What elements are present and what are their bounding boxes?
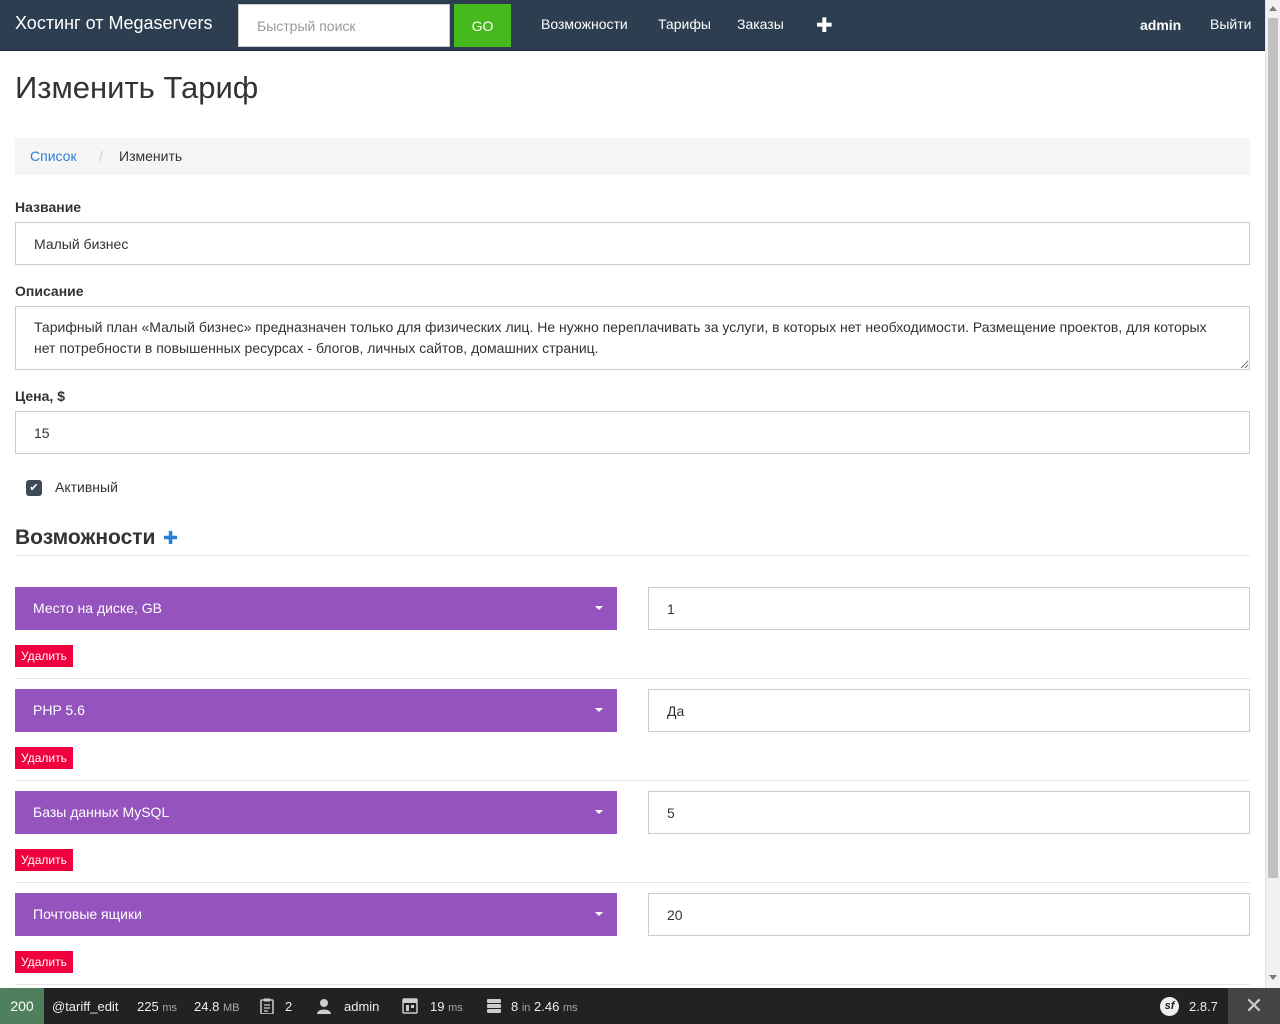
name-label: Название bbox=[15, 199, 82, 215]
price-label: Цена, $ bbox=[15, 388, 65, 404]
feature-divider bbox=[15, 984, 1250, 985]
scroll-down-arrow-icon[interactable] bbox=[1269, 975, 1277, 980]
features-section-title: Возможности bbox=[15, 526, 156, 549]
request-time-unit: ms bbox=[162, 1002, 177, 1014]
db-queries-count: 8 bbox=[511, 999, 519, 1014]
active-checkbox[interactable]: ✔ bbox=[26, 480, 42, 496]
nav-link-orders[interactable]: Заказы bbox=[737, 16, 784, 32]
db-queries[interactable]: 8 in 2.46 ms bbox=[511, 999, 578, 1014]
breadcrumb: Список / Изменить bbox=[15, 138, 1250, 175]
feature-select[interactable]: PHP 5.6 bbox=[15, 689, 617, 732]
nav-link-tariffs[interactable]: Тарифы bbox=[658, 16, 711, 32]
memory-unit: MB bbox=[222, 1002, 240, 1014]
feature-divider bbox=[15, 780, 1250, 781]
checkmark-icon: ✔ bbox=[29, 482, 39, 494]
feature-value-input[interactable] bbox=[648, 587, 1250, 630]
delete-feature-button[interactable]: Удалить bbox=[15, 849, 73, 871]
name-field[interactable] bbox=[15, 222, 1250, 265]
db-in-label: in bbox=[521, 1002, 531, 1014]
feature-value-input[interactable] bbox=[648, 689, 1250, 732]
brand-link[interactable]: Хостинг от Megaservers bbox=[15, 13, 213, 34]
delete-feature-button[interactable]: Удалить bbox=[15, 645, 73, 667]
user-icon[interactable] bbox=[316, 998, 332, 1014]
page-scrollbar[interactable] bbox=[1265, 0, 1280, 988]
feature-value-input[interactable] bbox=[648, 791, 1250, 834]
feature-select-value: Почтовые ящики bbox=[33, 906, 142, 922]
breadcrumb-separator: / bbox=[99, 148, 103, 164]
description-field[interactable]: Тарифный план «Малый бизнес» предназначе… bbox=[15, 306, 1250, 370]
database-icon[interactable] bbox=[486, 998, 502, 1014]
route-name[interactable]: @tariff_edit bbox=[52, 999, 118, 1014]
db-time-unit: ms bbox=[562, 1002, 578, 1014]
feature-select[interactable]: Базы данных MySQL bbox=[15, 791, 617, 834]
close-toolbar-icon[interactable]: ✕ bbox=[1228, 988, 1280, 1024]
caret-down-icon bbox=[595, 912, 603, 916]
feature-select-value: Базы данных MySQL bbox=[33, 804, 170, 820]
section-divider bbox=[15, 555, 1250, 556]
feature-value-input[interactable] bbox=[648, 893, 1250, 936]
add-feature-plus-icon[interactable]: ✚ bbox=[163, 528, 178, 549]
logs-clipboard-icon[interactable] bbox=[259, 998, 275, 1014]
logout-link[interactable]: Выйти bbox=[1210, 16, 1251, 32]
request-time[interactable]: 225 ms bbox=[137, 999, 177, 1014]
search-go-button[interactable]: GO bbox=[454, 4, 511, 47]
render-time-icon[interactable] bbox=[402, 998, 418, 1014]
feature-divider bbox=[15, 678, 1250, 679]
breadcrumb-list-link[interactable]: Список bbox=[30, 148, 77, 164]
toolbar-user[interactable]: admin bbox=[344, 999, 379, 1014]
top-navbar: Хостинг от Megaservers GO Возможности Та… bbox=[0, 0, 1265, 51]
symfony-version[interactable]: 2.8.7 bbox=[1189, 999, 1218, 1014]
feature-select[interactable]: Место на диске, GB bbox=[15, 587, 617, 630]
price-field[interactable] bbox=[15, 411, 1250, 454]
scroll-thumb[interactable] bbox=[1268, 18, 1278, 878]
nav-link-features[interactable]: Возможности bbox=[541, 16, 628, 32]
status-code-badge[interactable]: 200 bbox=[0, 988, 44, 1024]
render-time-unit: ms bbox=[448, 1002, 463, 1014]
debug-toolbar: 200 @tariff_edit 225 ms 24.8 MB 2 admin … bbox=[0, 988, 1280, 1024]
breadcrumb-current: Изменить bbox=[119, 148, 183, 164]
feature-select[interactable]: Почтовые ящики bbox=[15, 893, 617, 936]
logs-count[interactable]: 2 bbox=[285, 999, 292, 1014]
feature-divider bbox=[15, 882, 1250, 883]
memory-value: 24.8 bbox=[194, 999, 220, 1014]
feature-select-value: Место на диске, GB bbox=[33, 600, 163, 616]
page-title: Изменить Тариф bbox=[15, 70, 259, 105]
request-time-value: 225 bbox=[137, 999, 159, 1014]
nav-user-name[interactable]: admin bbox=[1140, 17, 1181, 33]
add-plus-icon[interactable]: ✚ bbox=[816, 13, 833, 38]
delete-feature-button[interactable]: Удалить bbox=[15, 747, 73, 769]
caret-down-icon bbox=[595, 708, 603, 712]
caret-down-icon bbox=[595, 810, 603, 814]
render-time[interactable]: 19 ms bbox=[430, 999, 463, 1014]
description-label: Описание bbox=[15, 283, 84, 299]
db-time-value: 2.46 bbox=[534, 999, 560, 1014]
scroll-up-arrow-icon[interactable] bbox=[1269, 6, 1277, 11]
symfony-logo-icon[interactable]: sf bbox=[1160, 997, 1179, 1016]
quick-search-input[interactable] bbox=[238, 4, 450, 47]
delete-feature-button[interactable]: Удалить bbox=[15, 951, 73, 973]
caret-down-icon bbox=[595, 606, 603, 610]
active-checkbox-label[interactable]: Активный bbox=[55, 479, 118, 495]
render-time-value: 19 bbox=[430, 999, 445, 1014]
memory-usage[interactable]: 24.8 MB bbox=[194, 999, 239, 1014]
feature-select-value: PHP 5.6 bbox=[33, 702, 85, 718]
